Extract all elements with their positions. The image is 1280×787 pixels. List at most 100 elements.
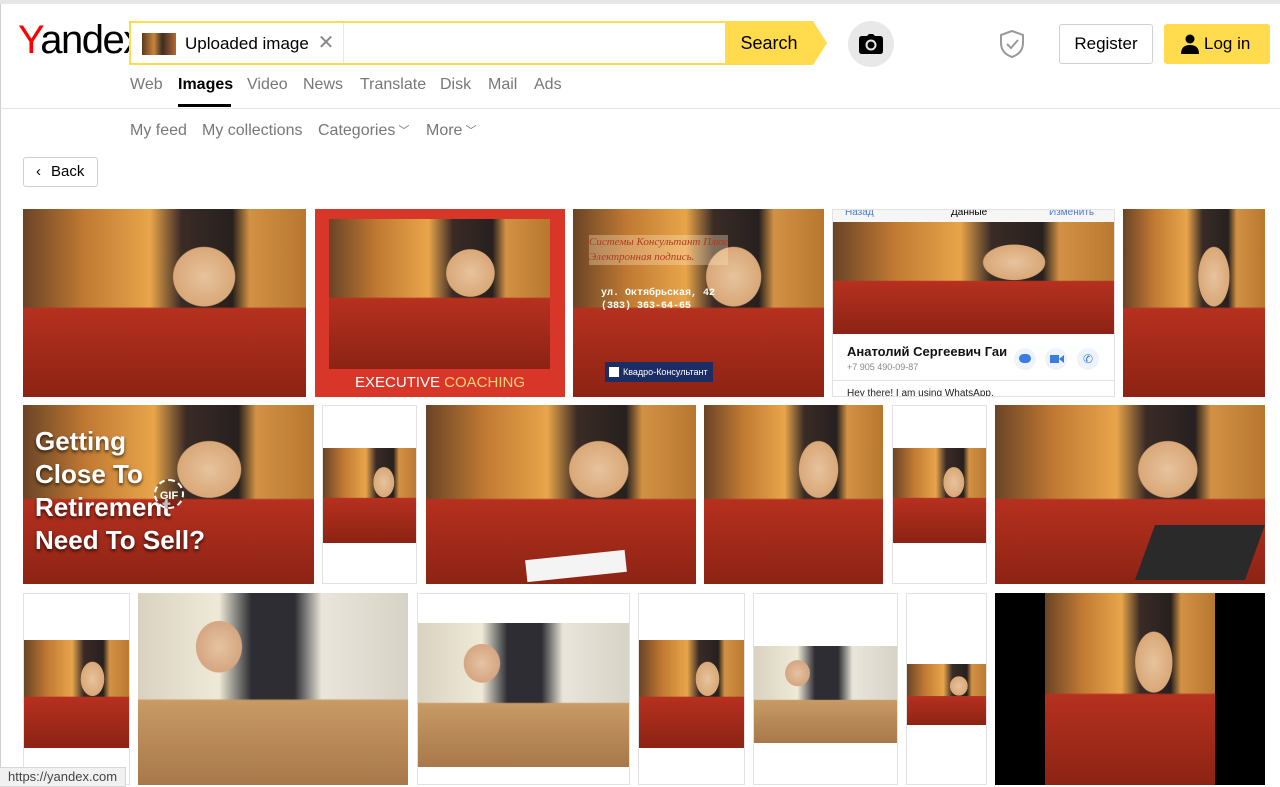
result-photo-frame (754, 646, 897, 743)
result-image[interactable] (23, 209, 306, 397)
tab-disk[interactable]: Disk (440, 76, 471, 94)
result-photo-frame (329, 219, 550, 369)
result-photo (323, 448, 416, 543)
result-caption: EXECUTIVE COACHING (315, 369, 565, 397)
back-label: Back (51, 163, 85, 180)
close-icon[interactable]: ✕ (315, 31, 337, 55)
result-image[interactable] (426, 405, 696, 584)
yandex-logo[interactable]: Yandex (18, 18, 143, 63)
tab-translate[interactable]: Translate (360, 76, 426, 94)
search-box[interactable]: Uploaded image ✕ (129, 21, 727, 65)
window-left-border (0, 4, 1, 785)
phone-icon: ✆ (1077, 348, 1099, 370)
top-bar-back: Назад (845, 210, 874, 218)
result-image[interactable] (995, 593, 1265, 785)
result-image[interactable] (906, 593, 987, 785)
overlay-line: Need To Sell? (35, 525, 205, 555)
top-bar-title: Данные (951, 210, 988, 218)
video-call-icon (1045, 348, 1067, 370)
chevron-down-icon: ﹀ (465, 125, 477, 137)
result-image[interactable]: Системы Консультант Плюс Электронная под… (573, 209, 824, 397)
result-photo-frame (323, 448, 416, 543)
uploaded-image-label: Uploaded image (185, 34, 309, 53)
tab-web[interactable]: Web (130, 76, 163, 94)
tab-ads[interactable]: Ads (534, 76, 562, 94)
tab-video[interactable]: Video (247, 76, 288, 94)
result-photo (418, 623, 629, 767)
result-photo-frame (833, 222, 1114, 334)
chip-divider (343, 23, 344, 63)
result-photo (329, 219, 550, 369)
result-image[interactable]: Назад Данные Изменить Анатолий Сергеевич… (832, 209, 1115, 397)
result-image[interactable] (753, 593, 898, 785)
camera-icon (859, 34, 883, 54)
caption-coaching: COACHING (444, 374, 526, 391)
result-image[interactable] (1123, 209, 1265, 397)
login-button[interactable]: Log in (1164, 24, 1270, 64)
more-label: More (426, 122, 463, 139)
result-photo (1123, 209, 1265, 397)
result-photo-frame (1045, 593, 1215, 785)
search-button[interactable]: Search (725, 21, 813, 65)
categories-dropdown[interactable]: Categories ﹀ (318, 122, 409, 140)
chevron-down-icon: ﹀ (398, 125, 410, 137)
tab-mail[interactable]: Mail (488, 76, 517, 94)
result-image[interactable] (322, 405, 417, 584)
result-image[interactable] (417, 593, 630, 785)
overlay-line: Getting (35, 426, 126, 456)
contact-divider (833, 380, 1114, 381)
overlay-line: Электронная подпись. (589, 251, 695, 263)
contact-status: Hey there! I am using WhatsApp. (847, 388, 994, 397)
result-image[interactable]: Getting Close To Retirement Need To Sell… (23, 405, 314, 584)
login-label: Log in (1204, 34, 1251, 53)
brand-label: Квадро-Консультант (623, 367, 708, 377)
result-image[interactable] (638, 593, 745, 785)
result-photo (24, 640, 129, 748)
result-image[interactable] (892, 405, 987, 584)
top-bar-edit: Изменить (1049, 210, 1095, 218)
back-button[interactable]: ‹ Back (23, 157, 98, 187)
my-feed-link[interactable]: My feed (130, 122, 187, 140)
laptop-graphic (1134, 525, 1265, 580)
status-bar-url: https://yandex.com (0, 767, 127, 787)
more-dropdown[interactable]: More ﹀ (426, 122, 476, 140)
register-button[interactable]: Register (1059, 24, 1153, 64)
overlay-line: (383) 363-64-65 (601, 301, 692, 312)
camera-search-button[interactable] (848, 21, 894, 67)
result-image[interactable] (995, 405, 1265, 584)
result-photo (893, 448, 986, 543)
header-divider (0, 108, 1280, 109)
active-tab-indicator (178, 104, 231, 107)
result-photo-frame (907, 664, 986, 725)
categories-label: Categories (318, 122, 396, 139)
gif-badge: GIF (154, 479, 184, 509)
result-image[interactable] (704, 405, 883, 584)
result-photo (704, 405, 883, 584)
uploaded-image-thumbnail[interactable] (142, 33, 176, 55)
result-image[interactable]: EXECUTIVE COACHING (315, 209, 565, 397)
overlay-line: Системы Консультант Плюс (589, 236, 729, 248)
result-image[interactable] (23, 593, 130, 785)
result-photo (754, 646, 897, 743)
result-photo (639, 640, 744, 748)
result-photo-frame (24, 640, 129, 748)
result-photo (833, 222, 1114, 334)
brand-logo-icon (609, 367, 619, 377)
result-image[interactable] (138, 593, 408, 785)
result-photo-frame (639, 640, 744, 748)
result-photo (1045, 593, 1215, 785)
result-photo-frame (418, 623, 629, 767)
my-collections-link[interactable]: My collections (202, 122, 302, 140)
contact-phone: +7 905 490-09-87 (847, 362, 919, 372)
chat-icon (1014, 348, 1036, 370)
brand-badge: Квадро-Консультант (605, 362, 713, 382)
window-top-border (0, 0, 1280, 4)
logo-first-letter: Y (18, 18, 42, 62)
tab-images[interactable]: Images (178, 76, 233, 94)
result-address-text: ул. Октябрьская, 42 (383) 363-64-65 (601, 287, 715, 313)
shield-icon[interactable] (998, 29, 1026, 59)
result-photo (138, 593, 408, 785)
result-overlay-text: Системы Консультант Плюс Электронная под… (589, 235, 729, 265)
tab-news[interactable]: News (303, 76, 343, 94)
overlay-line: ул. Октябрьская, 42 (601, 288, 716, 299)
